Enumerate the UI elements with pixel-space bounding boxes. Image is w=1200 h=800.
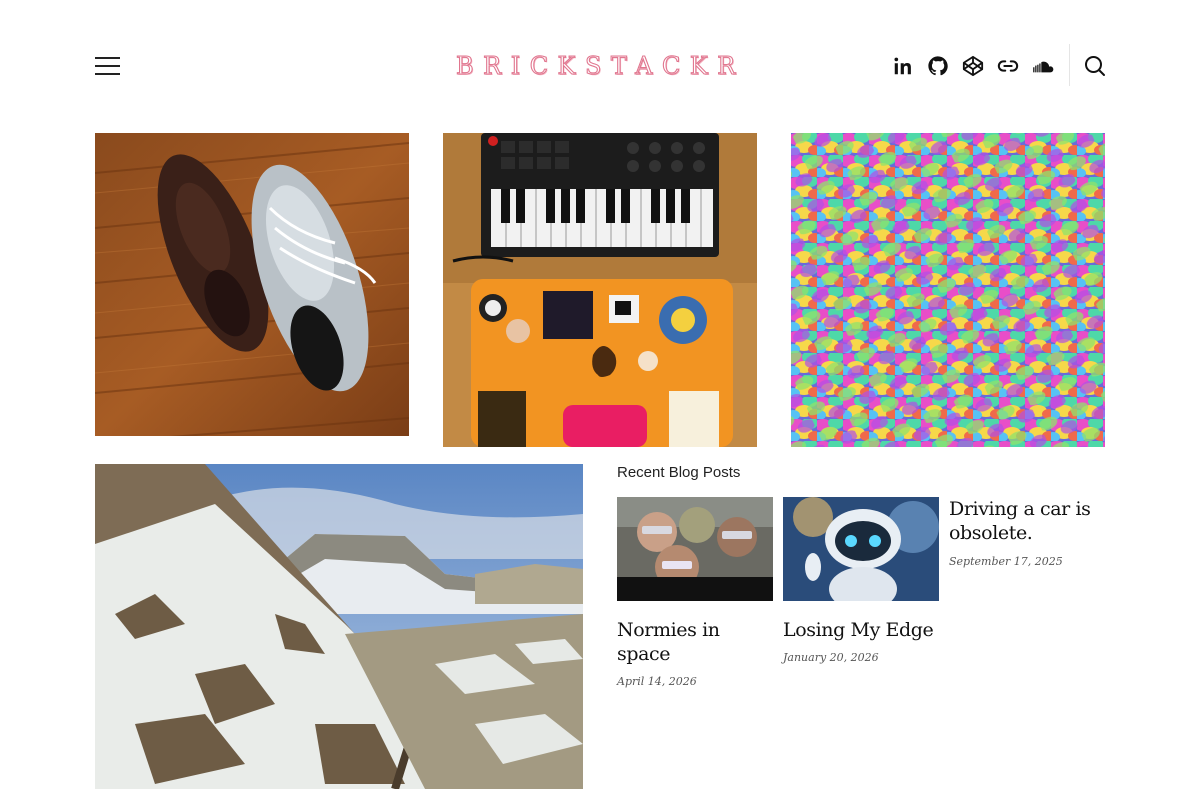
photo-snowy-mountain[interactable] xyxy=(95,464,583,789)
post-date: April 14, 2026 xyxy=(617,675,697,688)
search-icon[interactable] xyxy=(1082,53,1108,79)
post-title[interactable]: Driving a car is obsolete. xyxy=(949,497,1105,545)
site-logo[interactable]: BRICKSTACKR xyxy=(455,50,740,84)
blog-post-card[interactable]: Losing My Edge January 20, 2026 xyxy=(783,497,939,664)
soundcloud-icon[interactable] xyxy=(1029,52,1057,80)
photo-sneakers[interactable] xyxy=(95,133,409,436)
logo-text: BRICKSTACKR xyxy=(455,51,745,80)
codepen-icon[interactable] xyxy=(959,52,987,80)
link-icon[interactable] xyxy=(994,52,1022,80)
post-title[interactable]: Normies in space xyxy=(617,618,773,666)
photo-midi-keyboard-laptop[interactable] xyxy=(443,133,757,447)
blog-post-card[interactable]: Normies in space April 14, 2026 xyxy=(617,497,773,688)
hamburger-menu-icon[interactable] xyxy=(95,56,121,76)
recent-posts-heading: Recent Blog Posts xyxy=(617,464,741,481)
linkedin-icon[interactable] xyxy=(889,52,917,80)
post-date: September 17, 2025 xyxy=(949,555,1063,568)
github-icon[interactable] xyxy=(924,52,952,80)
post-thumbnail[interactable] xyxy=(617,497,773,601)
post-thumbnail[interactable] xyxy=(783,497,939,601)
post-date: January 20, 2026 xyxy=(783,651,879,664)
photo-colorful-mosaic[interactable] xyxy=(791,133,1105,447)
header-divider xyxy=(1069,44,1070,86)
post-title[interactable]: Losing My Edge xyxy=(783,618,939,642)
blog-post-card[interactable]: Driving a car is obsolete. September 17,… xyxy=(949,497,1105,568)
